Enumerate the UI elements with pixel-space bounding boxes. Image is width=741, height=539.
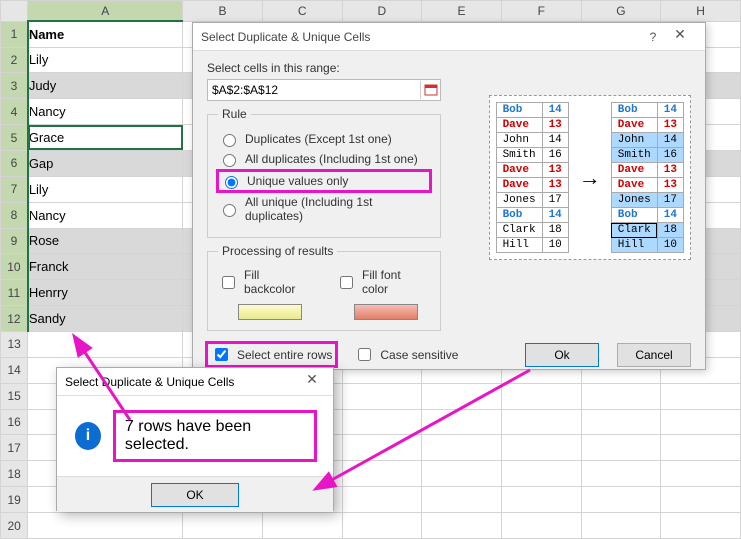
cell-A2[interactable]: Lily bbox=[28, 47, 183, 73]
cell-A6[interactable]: Gap bbox=[28, 150, 183, 176]
dialog-select-dup-unique: Select Duplicate & Unique Cells ? ✕ Sele… bbox=[192, 22, 706, 370]
cell[interactable] bbox=[661, 513, 741, 539]
cell[interactable] bbox=[501, 409, 581, 435]
cell[interactable] bbox=[342, 409, 422, 435]
cell-A9[interactable]: Rose bbox=[28, 228, 183, 254]
cell-A10[interactable]: Franck bbox=[28, 254, 183, 280]
radio-duplicates-except-1st[interactable]: Duplicates (Except 1st one) bbox=[218, 131, 430, 147]
cell[interactable] bbox=[422, 383, 502, 409]
preview-panel: Bob14Dave13John14Smith16Dave13Dave13Jone… bbox=[489, 95, 691, 260]
cell[interactable] bbox=[661, 435, 741, 461]
cell[interactable] bbox=[581, 383, 661, 409]
cell[interactable] bbox=[342, 383, 422, 409]
cell[interactable] bbox=[342, 461, 422, 487]
cell[interactable] bbox=[422, 461, 502, 487]
msgbox-titlebar: Select Duplicate & Unique Cells ✕ bbox=[57, 368, 333, 396]
cell[interactable] bbox=[422, 409, 502, 435]
cell[interactable] bbox=[422, 435, 502, 461]
cell[interactable] bbox=[661, 461, 741, 487]
cell[interactable] bbox=[342, 513, 422, 539]
cell-A20[interactable] bbox=[28, 513, 183, 539]
range-input[interactable] bbox=[208, 81, 420, 99]
cell[interactable] bbox=[661, 409, 741, 435]
cell-A13[interactable] bbox=[28, 332, 183, 358]
radio-all-unique[interactable]: All unique (Including 1st duplicates) bbox=[218, 195, 430, 223]
backcolor-swatch[interactable] bbox=[238, 304, 302, 320]
check-fill-backcolor[interactable]: Fill backcolor bbox=[218, 268, 314, 296]
cell-A5[interactable]: Grace bbox=[28, 125, 183, 151]
cell[interactable] bbox=[581, 409, 661, 435]
dialog-titlebar: Select Duplicate & Unique Cells ? ✕ bbox=[193, 23, 705, 51]
info-icon: i bbox=[75, 422, 101, 450]
fontcolor-swatch[interactable] bbox=[354, 304, 418, 320]
cell[interactable] bbox=[262, 513, 342, 539]
cell[interactable] bbox=[501, 487, 581, 513]
processing-legend: Processing of results bbox=[218, 244, 337, 258]
cell[interactable] bbox=[581, 435, 661, 461]
radio-all-duplicates[interactable]: All duplicates (Including 1st one) bbox=[218, 151, 430, 167]
cell[interactable] bbox=[501, 435, 581, 461]
msgbox-ok-button[interactable]: OK bbox=[151, 483, 239, 507]
check-select-entire-rows[interactable]: Select entire rows bbox=[207, 343, 336, 366]
radio-unique-only[interactable]: Unique values only bbox=[218, 171, 430, 191]
cell-A11[interactable]: Henrry bbox=[28, 280, 183, 306]
cell-A8[interactable]: Nancy bbox=[28, 202, 183, 228]
message-box: Select Duplicate & Unique Cells ✕ i 7 ro… bbox=[56, 367, 334, 511]
cell[interactable] bbox=[661, 487, 741, 513]
help-icon[interactable]: ? bbox=[643, 30, 663, 44]
cell[interactable] bbox=[581, 461, 661, 487]
msgbox-text: 7 rows have been selected. bbox=[115, 412, 315, 460]
cell[interactable] bbox=[422, 487, 502, 513]
preview-right: Bob14Dave13John14Smith16Dave13Dave13Jone… bbox=[611, 102, 684, 253]
check-fill-fontcolor[interactable]: Fill font color bbox=[336, 268, 430, 296]
check-case-sensitive[interactable]: Case sensitive bbox=[354, 345, 458, 364]
range-input-wrap bbox=[207, 79, 441, 101]
arrow-right-icon: → bbox=[579, 165, 601, 191]
msgbox-close-icon[interactable]: ✕ bbox=[299, 371, 325, 393]
range-label: Select cells in this range: bbox=[207, 61, 691, 75]
cancel-button[interactable]: Cancel bbox=[617, 343, 691, 367]
range-picker-icon[interactable] bbox=[420, 81, 440, 99]
cell[interactable] bbox=[501, 383, 581, 409]
close-icon[interactable]: ✕ bbox=[663, 26, 697, 48]
cell[interactable] bbox=[422, 513, 502, 539]
cell-A7[interactable]: Lily bbox=[28, 176, 183, 202]
cell-A12[interactable]: Sandy bbox=[28, 306, 183, 332]
cell-A3[interactable]: Judy bbox=[28, 73, 183, 99]
cell[interactable] bbox=[501, 461, 581, 487]
rule-legend: Rule bbox=[218, 107, 251, 121]
msgbox-title: Select Duplicate & Unique Cells bbox=[65, 375, 234, 389]
cell[interactable] bbox=[342, 487, 422, 513]
dialog-title: Select Duplicate & Unique Cells bbox=[201, 30, 370, 44]
cell-A1[interactable]: Name bbox=[28, 21, 183, 47]
cell[interactable] bbox=[581, 487, 661, 513]
cell[interactable] bbox=[661, 383, 741, 409]
cell[interactable] bbox=[501, 513, 581, 539]
cell-A4[interactable]: Nancy bbox=[28, 99, 183, 125]
ok-button[interactable]: Ok bbox=[525, 343, 599, 367]
preview-left: Bob14Dave13John14Smith16Dave13Dave13Jone… bbox=[496, 102, 569, 253]
cell[interactable] bbox=[183, 513, 263, 539]
cell[interactable] bbox=[342, 435, 422, 461]
cell[interactable] bbox=[581, 513, 661, 539]
